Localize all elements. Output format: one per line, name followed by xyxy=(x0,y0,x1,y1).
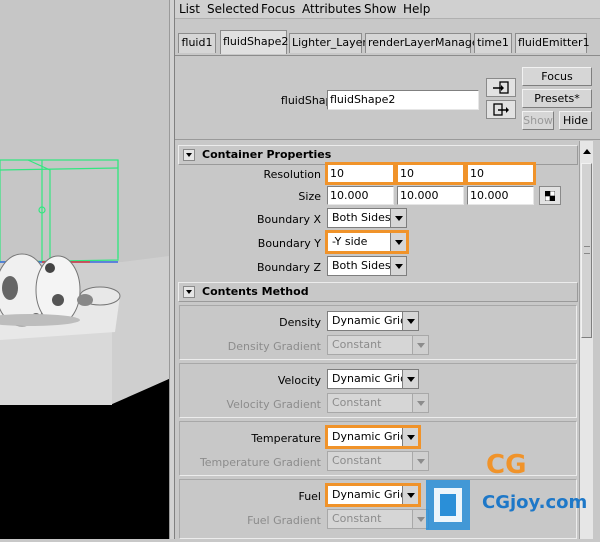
hide-button[interactable]: Hide xyxy=(559,111,592,130)
scroll-up-arrow-icon[interactable] xyxy=(580,145,593,159)
dropdown-arrow-icon xyxy=(402,428,418,446)
resolution-label: Resolution xyxy=(263,168,321,181)
collapse-arrow-icon[interactable] xyxy=(183,149,195,161)
menu-show[interactable]: Show xyxy=(364,2,396,16)
dropdown-arrow-icon xyxy=(390,233,406,251)
density-gradient-dropdown[interactable]: Constant xyxy=(327,335,429,355)
temperature-dropdown[interactable]: Dynamic Grid xyxy=(325,425,421,449)
menu-bar: List Selected Focus Attributes Show Help xyxy=(175,0,600,19)
fuel-gradient-label: Fuel Gradient xyxy=(247,514,321,527)
boundary-y-label: Boundary Y xyxy=(257,237,321,250)
dropdown-arrow-icon xyxy=(402,486,418,504)
contents-method-header[interactable]: Contents Method xyxy=(178,282,578,302)
tab-fluidemitter1[interactable]: fluidEmitter1 xyxy=(515,33,590,53)
tab-fluidshape2[interactable]: fluidShape2 xyxy=(220,30,288,54)
tab-renderlayermanager[interactable]: renderLayerManager xyxy=(365,33,483,53)
tab-time1[interactable]: time1 xyxy=(474,33,512,53)
temperature-gradient-value: Constant xyxy=(332,454,382,467)
container-properties-header[interactable]: Container Properties xyxy=(178,145,578,165)
dropdown-arrow-icon xyxy=(412,394,428,412)
fuel-gradient-value: Constant xyxy=(332,512,382,525)
fuel-gradient-dropdown[interactable]: Constant xyxy=(327,509,429,529)
boundary-y-value: -Y side xyxy=(332,235,368,248)
load-attributes-icon[interactable] xyxy=(486,78,516,97)
show-button[interactable]: Show xyxy=(522,111,554,130)
density-gradient-value: Constant xyxy=(332,338,382,351)
boundary-z-label: Boundary Z xyxy=(256,261,321,274)
copy-tab-icon[interactable] xyxy=(486,100,516,119)
size-z-field[interactable]: 10.000 xyxy=(467,186,534,205)
dropdown-arrow-icon xyxy=(402,370,418,388)
resolution-z-field[interactable]: 10 xyxy=(465,162,536,185)
section-title: Container Properties xyxy=(202,148,332,161)
temperature-gradient-dropdown[interactable]: Constant xyxy=(327,451,429,471)
boundary-x-value: Both Sides xyxy=(332,211,391,224)
menu-list[interactable]: List xyxy=(179,2,200,16)
size-x-field[interactable]: 10.000 xyxy=(327,186,394,205)
boundary-z-value: Both Sides xyxy=(332,259,391,272)
resolution-y-field[interactable]: 10 xyxy=(395,162,466,185)
viewport-scene xyxy=(0,0,169,539)
size-y-field[interactable]: 10.000 xyxy=(397,186,464,205)
density-value: Dynamic Grid xyxy=(332,314,408,327)
boundary-x-dropdown[interactable]: Both Sides xyxy=(327,208,407,228)
fuel-value: Dynamic Grid xyxy=(332,488,408,501)
viewport-3d[interactable] xyxy=(0,0,174,539)
dropdown-arrow-icon xyxy=(412,336,428,354)
section-title: Contents Method xyxy=(202,285,309,298)
node-tabs: fluid1 fluidShape2 Lighter_Layer renderL… xyxy=(175,19,600,56)
menu-attributes[interactable]: Attributes xyxy=(302,2,361,16)
focus-button[interactable]: Focus xyxy=(522,67,592,86)
dropdown-arrow-icon xyxy=(412,510,428,528)
velocity-dropdown[interactable]: Dynamic Grid xyxy=(327,369,419,389)
fuel-dropdown[interactable]: Dynamic Grid xyxy=(325,483,421,507)
size-map-icon[interactable] xyxy=(539,186,561,205)
presets-button[interactable]: Presets* xyxy=(522,89,592,108)
boundary-z-dropdown[interactable]: Both Sides xyxy=(327,256,407,276)
attributes-scroll-area[interactable]: Container Properties Resolution 10 10 10… xyxy=(175,141,600,539)
dropdown-arrow-icon xyxy=(402,312,418,330)
collapse-arrow-icon[interactable] xyxy=(183,286,195,298)
tab-fluid1[interactable]: fluid1 xyxy=(178,33,216,53)
attribute-editor: List Selected Focus Attributes Show Help… xyxy=(174,0,600,539)
fuel-label: Fuel xyxy=(298,490,321,503)
node-header: fluidShape: fluidShape2 Focus Presets* S… xyxy=(175,56,600,140)
boundary-y-dropdown[interactable]: -Y side xyxy=(325,230,409,254)
velocity-value: Dynamic Grid xyxy=(332,372,408,385)
temperature-label: Temperature xyxy=(251,432,321,445)
menu-help[interactable]: Help xyxy=(403,2,430,16)
dropdown-arrow-icon xyxy=(390,209,406,227)
temperature-value: Dynamic Grid xyxy=(332,430,408,443)
node-name-field[interactable]: fluidShape2 xyxy=(327,90,479,110)
menu-selected[interactable]: Selected xyxy=(207,2,259,16)
velocity-gradient-dropdown[interactable]: Constant xyxy=(327,393,429,413)
tab-lighter-layer[interactable]: Lighter_Layer xyxy=(289,33,367,53)
velocity-label: Velocity xyxy=(277,374,321,387)
boundary-x-label: Boundary X xyxy=(256,213,321,226)
density-dropdown[interactable]: Dynamic Grid xyxy=(327,311,419,331)
velocity-gradient-value: Constant xyxy=(332,396,382,409)
density-gradient-label: Density Gradient xyxy=(227,340,321,353)
temperature-gradient-label: Temperature Gradient xyxy=(199,456,321,469)
vertical-scrollbar[interactable] xyxy=(579,141,593,539)
size-label: Size xyxy=(298,190,321,203)
scroll-thumb[interactable] xyxy=(581,163,592,338)
density-label: Density xyxy=(279,316,321,329)
dropdown-arrow-icon xyxy=(412,452,428,470)
velocity-gradient-label: Velocity Gradient xyxy=(226,398,321,411)
menu-focus[interactable]: Focus xyxy=(261,2,295,16)
resolution-x-field[interactable]: 10 xyxy=(325,162,396,185)
dropdown-arrow-icon xyxy=(390,257,406,275)
